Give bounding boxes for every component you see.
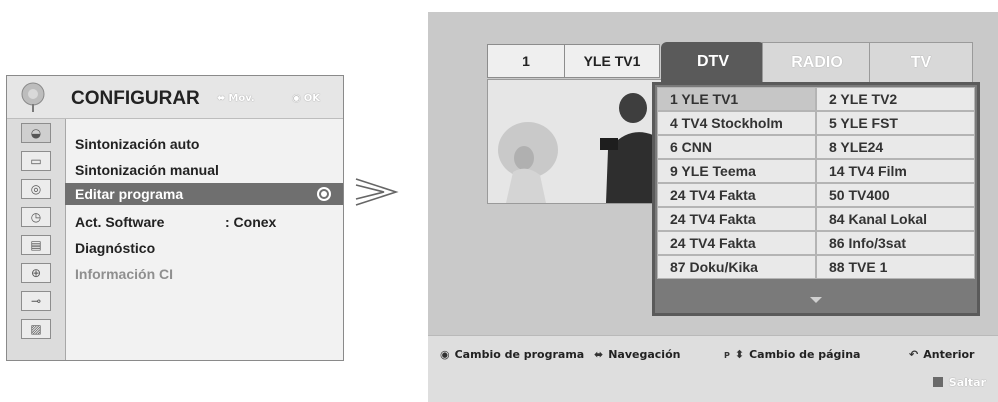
page-updown-icon: ⬍ — [734, 348, 745, 361]
dpad-icon: ⬌ — [594, 348, 604, 361]
channel-cell[interactable]: 24 TV4 Fakta — [657, 231, 816, 255]
channel-cell[interactable]: 14 TV4 Film — [816, 159, 975, 183]
channel-cell[interactable]: 87 Doku/Kika — [657, 255, 816, 279]
ok-button-icon: ◉ — [440, 348, 450, 361]
channel-cell[interactable]: 86 Info/3sat — [816, 231, 975, 255]
channel-cell[interactable]: 1 YLE TV1 — [657, 87, 816, 111]
selected-radio-icon — [317, 187, 331, 201]
page-key-label: P — [724, 351, 730, 360]
program-edit-panel: 1 YLE TV1 DTV RADIO TV 1 YLE TV1 2 YLE T… — [428, 12, 998, 402]
color-key-icon — [932, 377, 943, 387]
move-hint: ⬌ Mov. — [217, 93, 255, 104]
ok-button-icon: ◉ — [292, 93, 301, 104]
satellite-dish-icon[interactable]: ◒ — [21, 123, 51, 143]
navigation-label: Navegación — [608, 348, 681, 361]
channel-cell[interactable]: 24 TV4 Fakta — [657, 207, 816, 231]
menu-item-software-update[interactable]: Act. Software — [75, 214, 164, 230]
tab-dtv[interactable]: DTV — [661, 42, 765, 82]
preview-photo — [488, 80, 661, 203]
scroll-down-icon[interactable] — [810, 297, 822, 305]
category-icon-column: ◒ ▭ ◎ ◷ ▤ ⊕ ⊸ ▨ — [7, 119, 66, 360]
menu-header: CONFIGURAR ⬌ Mov. ◉ OK — [7, 76, 343, 119]
skip-label: Saltar — [948, 376, 986, 389]
lock-icon[interactable]: ⊕ — [21, 263, 51, 283]
page-change-hint: P ⬍ Cambio de página — [724, 348, 860, 361]
transition-arrow-icon — [355, 178, 399, 206]
key-guide-footer: ◉ Cambio de programa ⬌ Navegación P ⬍ Cambio… — [428, 335, 998, 402]
preview-channel-name: YLE TV1 — [564, 44, 660, 78]
channel-cell[interactable]: 5 YLE FST — [816, 111, 975, 135]
page-change-label: Cambio de página — [749, 348, 861, 361]
channel-cell[interactable]: 84 Kanal Lokal — [816, 207, 975, 231]
ok-hint: ◉ OK — [292, 93, 320, 104]
back-arrow-icon: ↶ — [909, 348, 919, 361]
channel-cell[interactable]: 88 TVE 1 — [816, 255, 975, 279]
channel-grid: 1 YLE TV1 2 YLE TV2 4 TV4 Stockholm 5 YL… — [657, 87, 975, 311]
menu-item-label: Editar programa — [75, 186, 184, 202]
channel-cell[interactable]: 2 YLE TV2 — [816, 87, 975, 111]
software-update-value: : Conex — [225, 214, 277, 230]
channel-cell[interactable]: 24 TV4 Fakta — [657, 183, 816, 207]
channel-cell[interactable]: 50 TV400 — [816, 183, 975, 207]
channel-list: 1 YLE TV1 2 YLE TV2 4 TV4 Stockholm 5 YL… — [652, 82, 980, 316]
previous-label: Anterior — [923, 348, 975, 361]
options-icon[interactable]: ▤ — [21, 235, 51, 255]
satellite-dish-icon — [21, 82, 45, 112]
channel-cell[interactable]: 6 CNN — [657, 135, 816, 159]
ok-hint-label: OK — [303, 93, 320, 104]
move-hint-label: Mov. — [228, 93, 255, 104]
setup-menu: CONFIGURAR ⬌ Mov. ◉ OK ◒ ▭ ◎ ◷ ▤ ⊕ ⊸ ▨ Sin… — [6, 75, 344, 361]
change-program-label: Cambio de programa — [454, 348, 585, 361]
speaker-icon[interactable]: ◎ — [21, 179, 51, 199]
menu-item-diagnostics[interactable]: Diagnóstico — [75, 240, 155, 256]
change-program-hint: ◉ Cambio de programa — [440, 348, 584, 361]
channel-cell[interactable]: 4 TV4 Stockholm — [657, 111, 816, 135]
skip-hint: Saltar — [932, 376, 986, 389]
channel-cell[interactable]: 9 YLE Teema — [657, 159, 816, 183]
tv-screen-icon[interactable]: ▭ — [21, 151, 51, 171]
menu-item-auto-tuning[interactable]: Sintonización auto — [75, 136, 199, 152]
preview-image — [487, 79, 662, 204]
tab-tv[interactable]: TV — [869, 42, 973, 82]
menu-item-ci-information: Información CI — [75, 266, 174, 282]
channel-cell[interactable]: 8 YLE24 — [816, 135, 975, 159]
usb-clapper-icon[interactable]: ▨ — [21, 319, 51, 339]
dpad-icon: ⬌ — [217, 93, 226, 104]
menu-title: CONFIGURAR — [71, 88, 200, 109]
navigation-hint: ⬌ Navegación — [594, 348, 680, 361]
tab-radio[interactable]: RADIO — [762, 42, 872, 82]
clock-icon[interactable]: ◷ — [21, 207, 51, 227]
menu-item-manual-tuning[interactable]: Sintonización manual — [75, 162, 219, 178]
menu-item-edit-program[interactable]: Editar programa — [65, 183, 343, 205]
input-plug-icon[interactable]: ⊸ — [21, 291, 51, 311]
preview-channel-number: 1 — [487, 44, 565, 78]
previous-hint: ↶ Anterior — [909, 348, 974, 361]
